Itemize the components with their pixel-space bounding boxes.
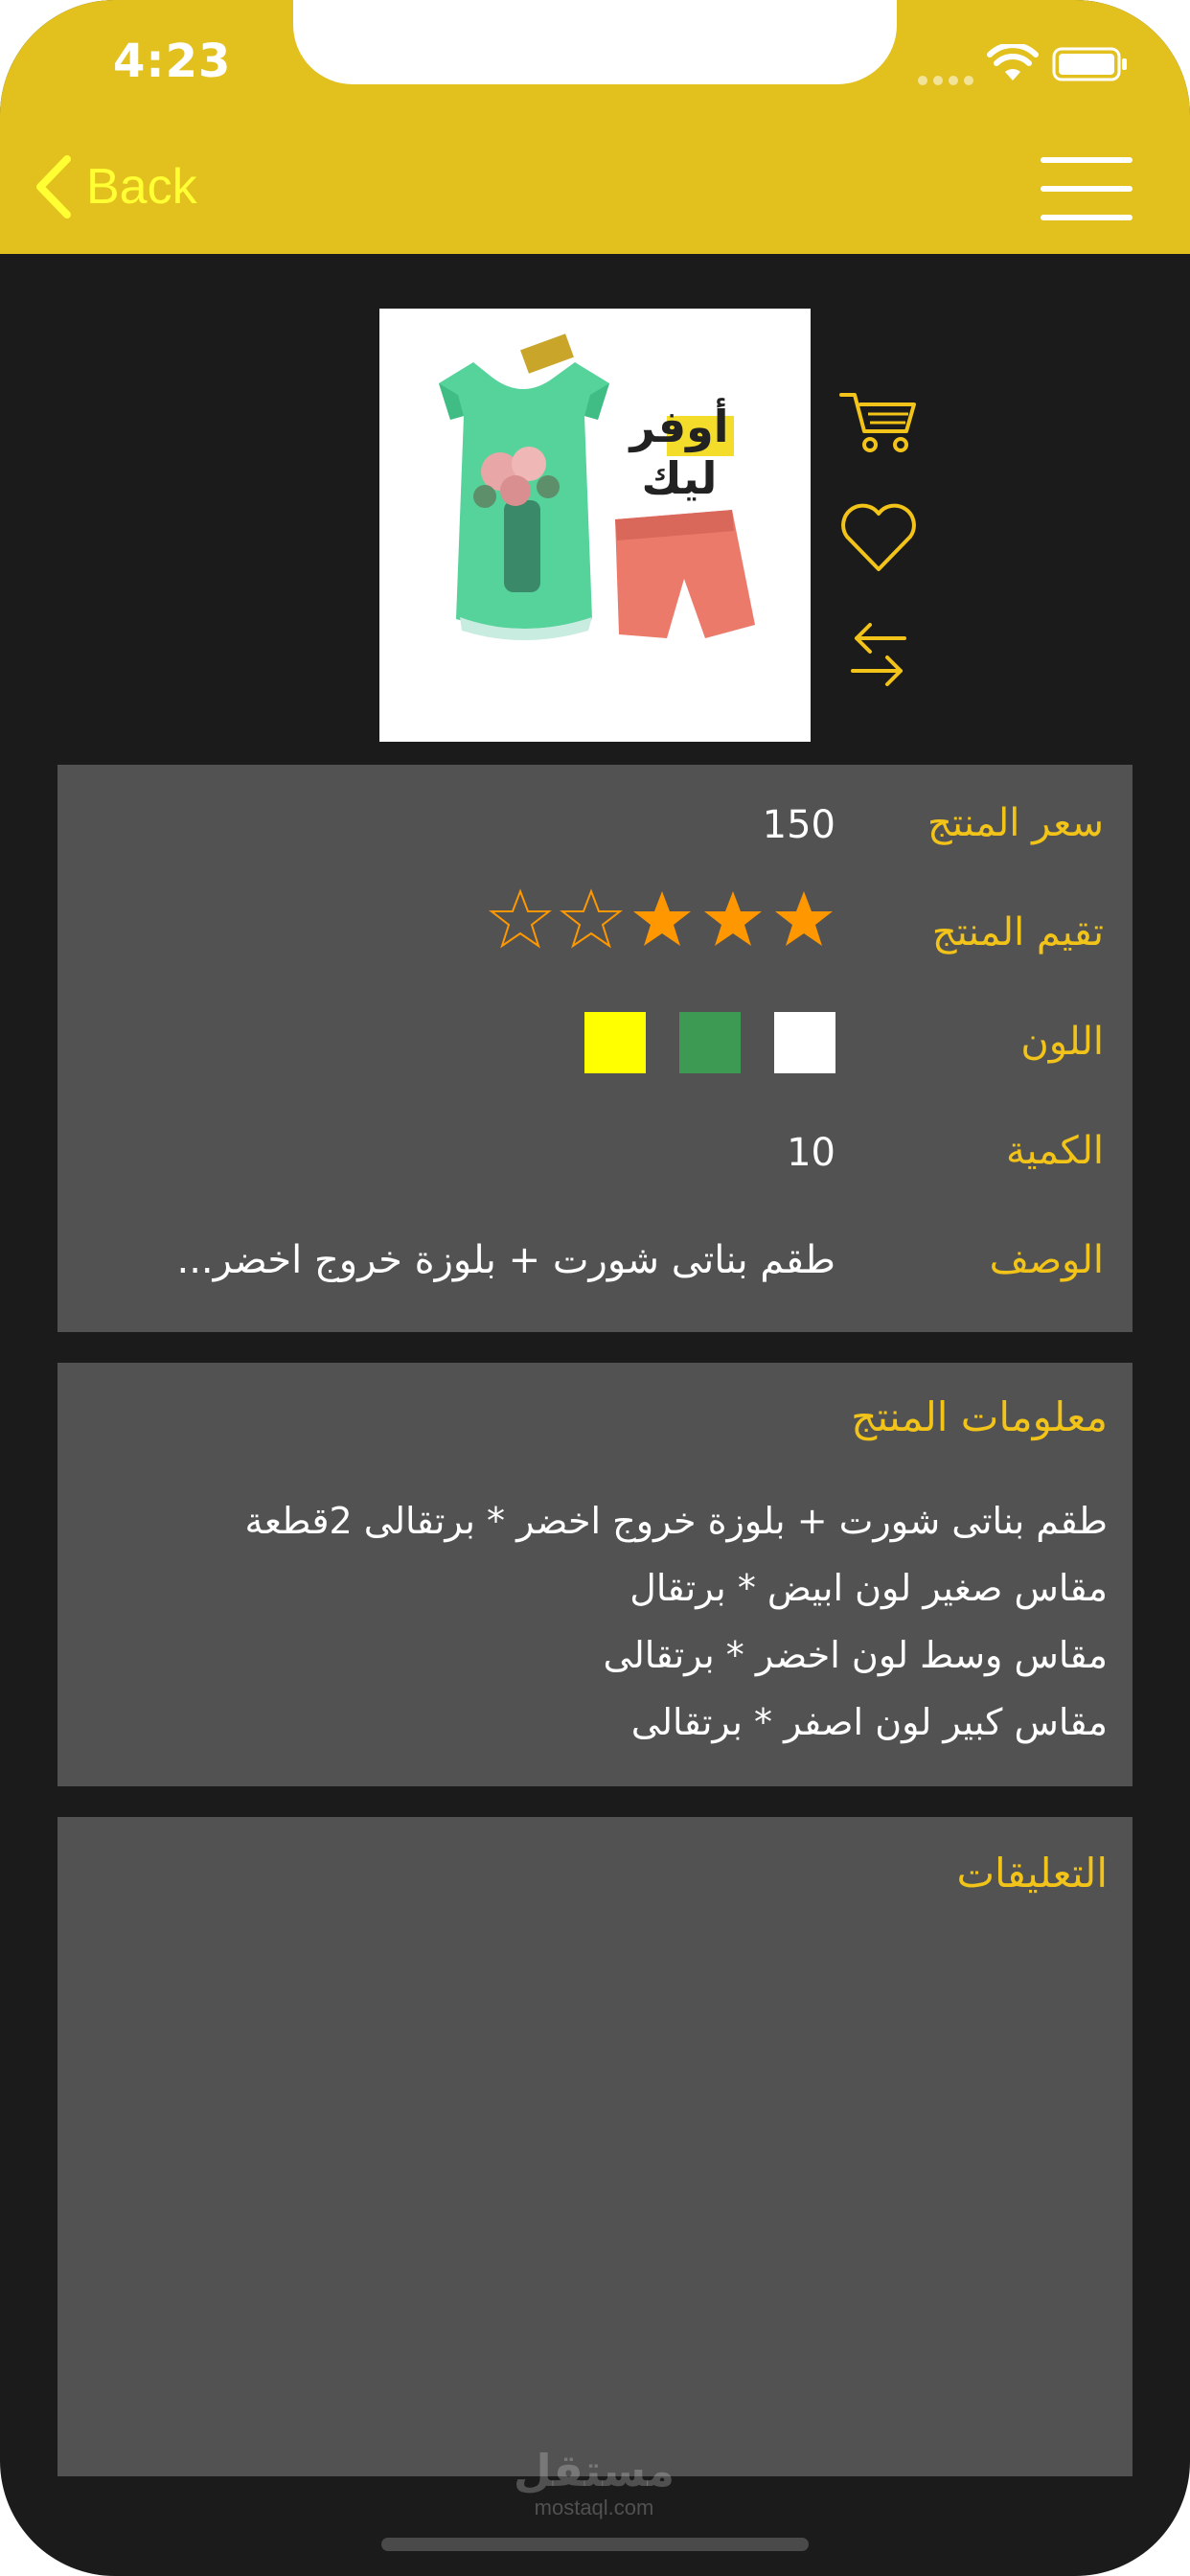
watermark: مستقل mostaql.com: [508, 2446, 680, 2520]
device-notch: [293, 0, 897, 84]
star-empty-icon[interactable]: [560, 887, 623, 951]
star-filled-icon[interactable]: [630, 887, 694, 951]
info-line: طقم بناتى شورت + بلوزة خروج اخضر * برتقا…: [244, 1500, 1108, 1542]
quantity-label: الكمية: [1005, 1129, 1104, 1173]
app-screen: 4:23 Back أوفر ليك سعر المنتج 150 تقيم ا…: [0, 0, 1190, 2576]
rating-stars[interactable]: [481, 887, 835, 951]
product-actions: [835, 378, 927, 728]
product-image[interactable]: أوفر ليك: [379, 309, 811, 742]
comments-panel: التعليقات: [57, 1817, 1133, 2476]
watermark-arabic: مستقل: [513, 2445, 675, 2496]
wifi-icon: [987, 44, 1039, 80]
product-info-lines: طقم بناتى شورت + بلوزة خروج اخضر * برتقا…: [244, 1487, 1108, 1756]
back-button[interactable]: Back: [33, 153, 197, 220]
product-photo: [439, 334, 755, 640]
quantity-value: 10: [787, 1131, 835, 1175]
price-value: 150: [762, 803, 835, 847]
color-swatches: [551, 1012, 835, 1073]
star-filled-icon[interactable]: [701, 887, 765, 951]
product-info-title: معلومات المنتج: [851, 1393, 1108, 1440]
description-label: الوصف: [989, 1238, 1104, 1282]
star-filled-icon[interactable]: [772, 887, 835, 951]
rating-label: تقيم المنتج: [931, 910, 1104, 954]
home-indicator[interactable]: [381, 2538, 809, 2551]
chevron-left-icon: [36, 155, 71, 218]
heart-icon[interactable]: [835, 494, 922, 581]
info-line: مقاس وسط لون اخضر * برتقالى: [603, 1634, 1108, 1676]
product-logo-text: أوفر ليك: [629, 401, 729, 504]
cellular-signal-icon: [918, 71, 979, 89]
price-label: سعر المنتج: [927, 801, 1104, 845]
color-swatch[interactable]: [774, 1012, 835, 1073]
comments-title: التعليقات: [956, 1850, 1108, 1897]
cart-icon[interactable]: [835, 378, 922, 464]
info-line: مقاس كبير لون اصفر * برتقالى: [630, 1701, 1108, 1743]
description-value[interactable]: طقم بناتى شورت + بلوزة خروج اخضر...: [177, 1238, 836, 1282]
watermark-latin: mostaql.com: [534, 2496, 654, 2519]
product-details-panel: سعر المنتج 150 تقيم المنتج اللون الكمية …: [57, 765, 1133, 1332]
compare-arrows-icon[interactable]: [835, 611, 922, 698]
color-swatch[interactable]: [584, 1012, 646, 1073]
hamburger-menu-icon[interactable]: [1041, 157, 1133, 220]
color-swatch[interactable]: [679, 1012, 741, 1073]
status-time: 4:23: [113, 34, 232, 88]
color-label: اللون: [1020, 1020, 1104, 1064]
product-info-panel: معلومات المنتج طقم بناتى شورت + بلوزة خر…: [57, 1363, 1133, 1786]
back-label: Back: [86, 159, 197, 215]
battery-icon: [1052, 47, 1127, 81]
navigation-header: 4:23 Back: [0, 0, 1190, 254]
star-empty-icon[interactable]: [489, 887, 552, 951]
info-line: مقاس صغير لون ابيض * برتقال: [629, 1567, 1108, 1609]
